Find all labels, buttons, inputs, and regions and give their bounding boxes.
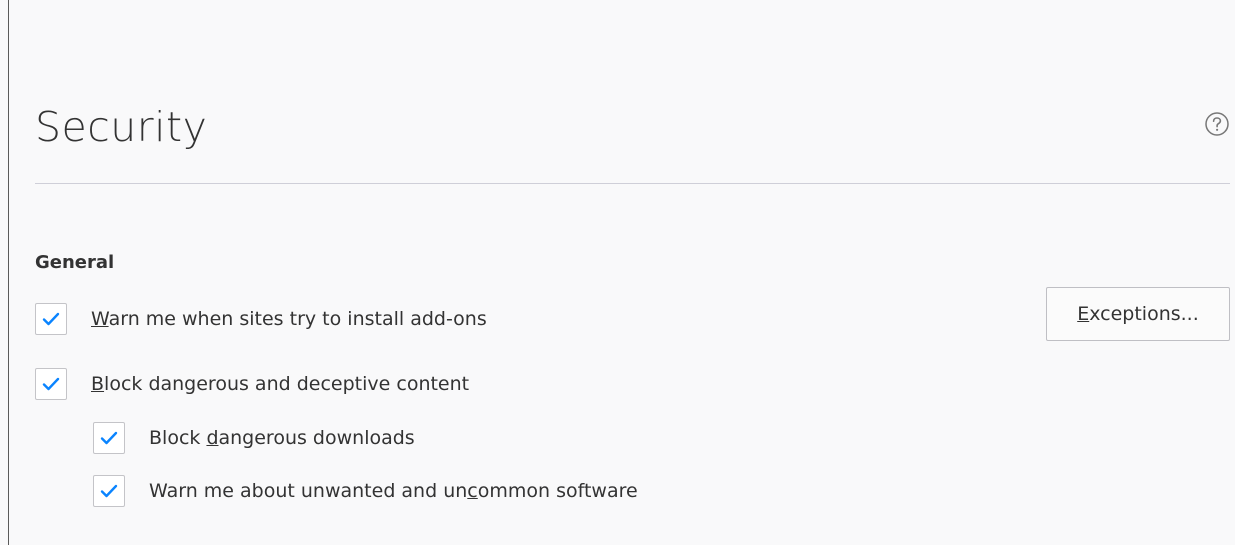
security-header: Security: [35, 97, 1230, 157]
accesskey-d: d: [206, 427, 219, 449]
section-heading-general: General: [35, 252, 115, 273]
warn-unwanted-pre: Warn me about unwanted and un: [149, 480, 468, 502]
block-downloads-text: angerous downloads: [218, 427, 415, 449]
checkmark-icon: [100, 431, 118, 445]
warn-addons-label[interactable]: Warn me when sites try to install add-on…: [91, 306, 487, 332]
header-divider: [35, 183, 1230, 184]
block-downloads-checkbox[interactable]: [93, 422, 125, 454]
block-dangerous-checkbox[interactable]: [35, 368, 67, 400]
preferences-pane: Security General Warn me when sites try …: [0, 0, 1235, 545]
exceptions-button-text: xceptions...: [1089, 303, 1199, 325]
page-title: Security: [35, 103, 208, 151]
block-dangerous-option[interactable]: Block dangerous and deceptive content: [35, 364, 469, 404]
warn-unwanted-checkbox[interactable]: [93, 475, 125, 507]
warn-unwanted-label[interactable]: Warn me about unwanted and uncommon soft…: [149, 478, 638, 504]
accesskey-b: B: [91, 373, 105, 395]
accesskey-e: E: [1077, 303, 1090, 325]
question-circle-icon[interactable]: [1204, 111, 1230, 137]
accesskey-w: W: [91, 308, 109, 330]
block-dangerous-text: lock dangerous and deceptive content: [104, 373, 470, 395]
warn-unwanted-option[interactable]: Warn me about unwanted and uncommon soft…: [93, 471, 638, 511]
block-downloads-option[interactable]: Block dangerous downloads: [93, 418, 415, 458]
warn-unwanted-text: ommon software: [477, 480, 638, 502]
checkmark-icon: [42, 377, 60, 391]
exceptions-button[interactable]: Exceptions...: [1046, 287, 1230, 341]
warn-addons-text: arn me when sites try to install add-ons: [108, 308, 487, 330]
block-downloads-pre: Block: [149, 427, 207, 449]
block-dangerous-label[interactable]: Block dangerous and deceptive content: [91, 371, 469, 397]
warn-addons-option[interactable]: Warn me when sites try to install add-on…: [35, 299, 487, 339]
checkmark-icon: [100, 484, 118, 498]
checkmark-icon: [42, 312, 60, 326]
accesskey-c: c: [467, 480, 478, 502]
window-left-border: [8, 0, 9, 545]
block-downloads-label[interactable]: Block dangerous downloads: [149, 425, 415, 451]
warn-addons-checkbox[interactable]: [35, 303, 67, 335]
